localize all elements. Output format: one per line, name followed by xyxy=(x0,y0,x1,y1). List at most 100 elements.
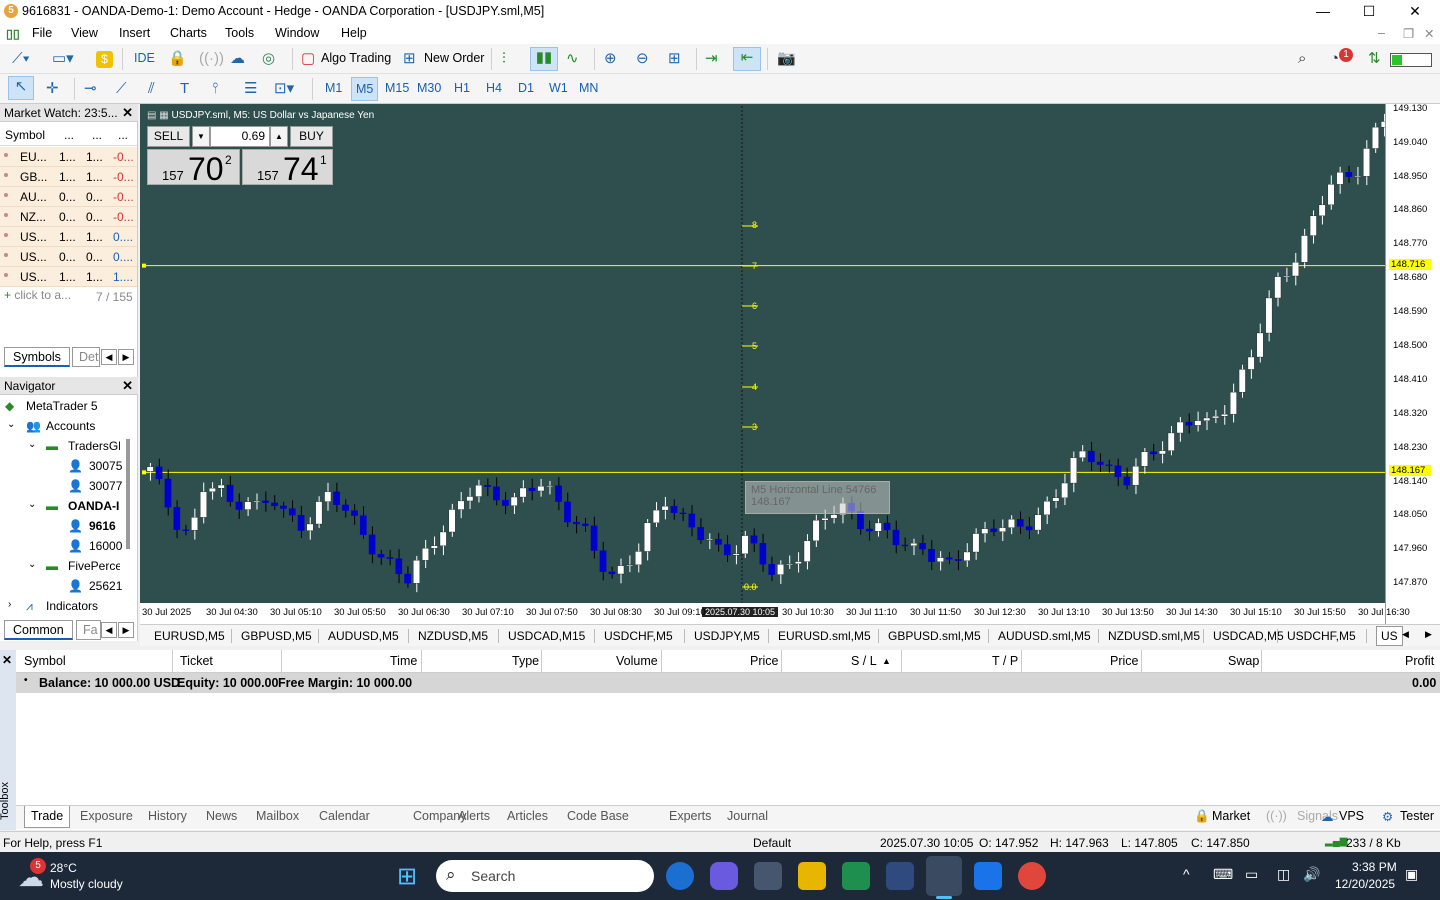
horizontal-line-tool-icon[interactable]: ⊸ xyxy=(84,79,97,99)
market-watch-row[interactable]: AU... 0... 0... -0... xyxy=(0,187,137,207)
chart-menu-icon[interactable]: ▤ xyxy=(147,110,156,121)
shapes-tool-icon[interactable]: ⊡▾ xyxy=(274,79,294,99)
tab-favorites[interactable]: Fa xyxy=(76,620,101,640)
timeframe-h4[interactable]: H4 xyxy=(486,81,502,95)
timeframe-m15[interactable]: M15 xyxy=(385,81,409,95)
chart-tab[interactable]: USDCAD,M15 xyxy=(508,629,585,643)
status-profile[interactable]: Default xyxy=(753,836,791,850)
col-swap[interactable]: Swap xyxy=(1228,654,1259,668)
buy-button[interactable]: BUY xyxy=(290,126,333,147)
nav-account[interactable]: 30077 xyxy=(89,479,122,493)
column-symbol[interactable]: Symbol xyxy=(5,128,45,142)
toolbox-right-tab[interactable]: Tester xyxy=(1400,809,1434,823)
copilot-icon[interactable] xyxy=(710,862,738,890)
market-watch-close-icon[interactable]: ✕ xyxy=(122,105,133,121)
toolbox-tab[interactable]: Trade xyxy=(24,806,71,828)
chart-tab[interactable]: GBPUSD,M5 xyxy=(241,629,312,643)
messenger-icon[interactable] xyxy=(974,862,1002,890)
menu-help[interactable]: Help xyxy=(341,26,367,40)
candlestick-icon[interactable]: ▮▮ xyxy=(530,47,558,71)
toolbox-tab[interactable]: News xyxy=(206,809,237,823)
lot-decrease-icon[interactable]: ▼ xyxy=(192,126,210,147)
nav-group-oanda[interactable]: OANDA-I xyxy=(68,499,120,513)
mdi-minimize-icon[interactable]: – xyxy=(1378,26,1385,40)
chevron-down-icon[interactable]: ⌄ xyxy=(28,559,36,570)
col-symbol[interactable]: Symbol xyxy=(24,654,66,668)
weather-temp[interactable]: 28°C xyxy=(50,861,77,875)
chart-tab[interactable]: NZDUSD.sml,M5 xyxy=(1108,629,1200,643)
chart-tab[interactable]: USDCAD,M5 xyxy=(1213,629,1284,643)
navigator-scrollbar[interactable] xyxy=(126,439,130,549)
chart-tab[interactable]: EURUSD,M5 xyxy=(154,629,225,643)
tabs-scroll-right-icon[interactable]: ▶ xyxy=(1425,629,1432,640)
timeframe-mn[interactable]: MN xyxy=(579,81,598,95)
tab-scroll-right-icon[interactable]: ▶ xyxy=(118,622,134,638)
toolbox-tab[interactable]: Code Base xyxy=(567,809,629,823)
tab-scroll-right-icon[interactable]: ▶ xyxy=(118,349,134,365)
text-tool-icon[interactable]: T xyxy=(180,79,189,99)
toolbox-tab[interactable]: History xyxy=(148,809,187,823)
ide-button[interactable]: IDE xyxy=(134,51,155,65)
line-handle[interactable] xyxy=(142,470,146,475)
market-watch-row[interactable]: EU... 1... 1... -0... xyxy=(0,147,137,167)
nav-group-tradersglo[interactable]: TradersGlo xyxy=(68,439,120,453)
column-change[interactable]: ... xyxy=(118,128,128,142)
mdi-restore-icon[interactable]: ❐ xyxy=(1403,26,1414,41)
market-watch-row[interactable]: US... 1... 1... 0.... xyxy=(0,227,137,247)
chart-tab[interactable]: NZDUSD,M5 xyxy=(418,629,488,643)
chevron-down-icon[interactable]: ⌄ xyxy=(28,439,36,450)
nav-account[interactable]: 30075 xyxy=(89,459,122,473)
toolbox-right-tab[interactable]: VPS xyxy=(1339,809,1364,823)
lock-icon[interactable]: 🔒 xyxy=(168,49,187,69)
line-chart-icon[interactable]: ∿ xyxy=(566,49,579,69)
toolbox-tab[interactable]: Calendar xyxy=(319,809,370,823)
tile-windows-icon[interactable]: ⊞ xyxy=(668,49,681,69)
close-button[interactable]: ✕ xyxy=(1392,0,1438,23)
menu-file[interactable]: File xyxy=(32,26,52,40)
balance-row[interactable]: • Balance: 10 000.00 USD Equity: 10 000.… xyxy=(16,673,1440,693)
cursor-icon[interactable]: ↖ xyxy=(8,76,34,100)
col-volume[interactable]: Volume xyxy=(616,654,658,668)
time-axis[interactable]: 2025.07.30 10:05 30 Jul 2025 30 Jul 04:30… xyxy=(140,603,1410,624)
search-icon[interactable]: ⌕ xyxy=(1298,49,1306,69)
zoom-in-icon[interactable]: ⊕ xyxy=(604,49,617,69)
nav-account-active[interactable]: 9616 xyxy=(89,519,116,533)
algo-trading-button[interactable]: Algo Trading xyxy=(321,51,391,65)
price-axis[interactable]: 149.130 149.040 148.950 148.860 148.770 148.6… xyxy=(1385,103,1440,624)
chart-tab[interactable]: AUDUSD.sml,M5 xyxy=(998,629,1091,643)
mdi-close-icon[interactable]: ✕ xyxy=(1424,26,1434,41)
toolbox-tab[interactable]: Mailbox xyxy=(256,809,299,823)
col-price-current[interactable]: Price xyxy=(1110,654,1138,668)
windows-start-icon[interactable]: ⊞ xyxy=(397,862,417,891)
maximize-button[interactable]: ☐ xyxy=(1346,0,1392,23)
tab-symbols[interactable]: Symbols xyxy=(4,347,70,367)
fibonacci-tool-icon[interactable]: ☰ xyxy=(244,79,257,99)
toolbox-tab[interactable]: Exposure xyxy=(80,809,133,823)
notification-center-icon[interactable]: ▣ xyxy=(1405,866,1418,883)
chart-tab[interactable]: USDCHF,M5 xyxy=(604,629,673,643)
chart-area[interactable]: ▤ ▦ USDJPY.sml, M5: US Dollar vs Japanes… xyxy=(142,106,1385,603)
taskbar-search[interactable]: ⌕ Search xyxy=(436,860,654,892)
buy-price-box[interactable]: 157 74 1 xyxy=(242,149,333,187)
market-watch-row[interactable]: NZ... 0... 0... -0... xyxy=(0,207,137,227)
screenshot-icon[interactable]: 📷 xyxy=(777,49,796,69)
lot-input[interactable]: 0.69 xyxy=(210,126,270,147)
sell-price-box[interactable]: 157 70 2 xyxy=(147,149,240,187)
connection-icon[interactable]: ⇅ xyxy=(1368,49,1381,69)
chevron-right-icon[interactable]: › xyxy=(8,599,11,610)
tab-details[interactable]: Det xyxy=(72,347,100,367)
zoom-out-icon[interactable]: ⊖ xyxy=(636,49,649,69)
menu-app-icon[interactable]: ▯▯ xyxy=(6,26,20,41)
algo-trading-icon[interactable]: ▢ xyxy=(301,49,315,69)
clock-time[interactable]: 3:38 PM xyxy=(1352,860,1397,874)
tab-scroll-left-icon[interactable]: ◀ xyxy=(101,349,117,365)
chart-tab[interactable]: USDJPY,M5 xyxy=(694,629,760,643)
timeframe-m30[interactable]: M30 xyxy=(417,81,441,95)
col-profit[interactable]: Profit xyxy=(1405,654,1434,668)
network-icon[interactable]: ◫ xyxy=(1277,866,1290,883)
col-type[interactable]: Type xyxy=(512,654,539,668)
line-handle[interactable] xyxy=(142,263,146,268)
edge-icon[interactable] xyxy=(666,862,694,890)
col-time[interactable]: Time xyxy=(390,654,417,668)
add-symbol-label[interactable]: click to a... xyxy=(14,288,71,302)
